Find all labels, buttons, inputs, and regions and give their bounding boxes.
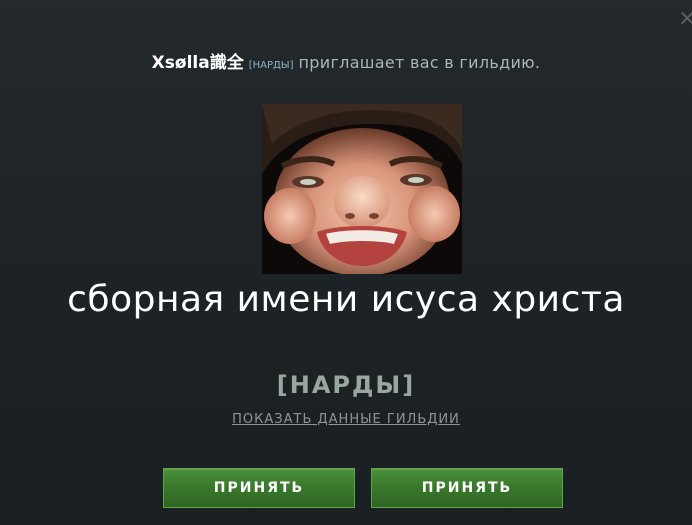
- show-guild-data-link[interactable]: ПОКАЗАТЬ ДАННЫЕ ГИЛЬДИИ: [232, 412, 460, 427]
- guild-name: сборная имени исуса христа: [67, 279, 625, 320]
- accept-button-left[interactable]: ПРИНЯТЬ: [163, 468, 355, 508]
- show-guild-data-link-wrapper: ПОКАЗАТЬ ДАННЫЕ ГИЛЬДИИ: [0, 412, 692, 427]
- invite-text: приглашает вас в гильдию.: [298, 53, 541, 72]
- inviter-guild-tag: [НАРДЫ]: [248, 60, 294, 71]
- accept-button-right[interactable]: ПРИНЯТЬ: [371, 468, 563, 508]
- inviter-name: Xsølla識全: [151, 53, 244, 73]
- invite-message: Xsølla識全 [НАРДЫ] приглашает вас в гильди…: [0, 48, 692, 73]
- close-icon[interactable]: ×: [678, 8, 692, 30]
- guild-avatar: [262, 104, 462, 274]
- guild-invite-dialog: × Xsølla識全 [НАРДЫ] приглашает вас в гиль…: [0, 0, 692, 525]
- guild-tag: [НАРДЫ]: [276, 371, 416, 399]
- guild-avatar-image: [262, 104, 462, 274]
